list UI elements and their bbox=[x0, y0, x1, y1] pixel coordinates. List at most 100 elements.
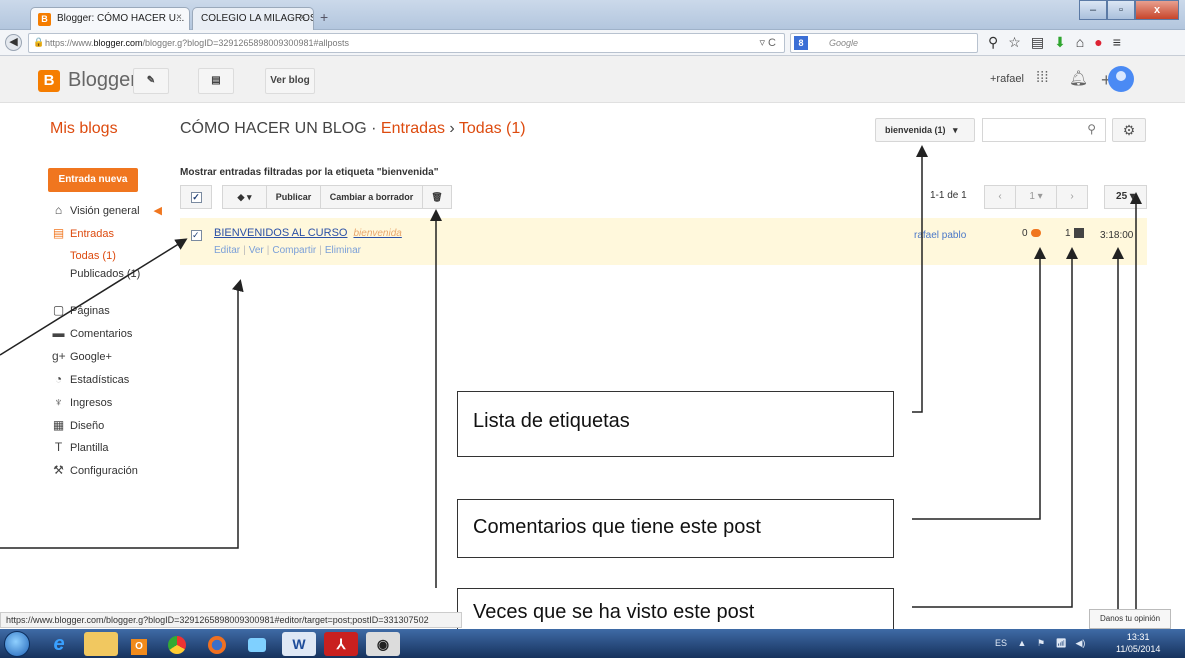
post-author[interactable]: rafael pablo bbox=[914, 230, 966, 241]
windows-taskbar: e O W ⅄ ◉ ES ▲ ⚑ 📶︎ ◀) 13:31 11/05/2014 bbox=[0, 629, 1185, 658]
notifications-bell-icon[interactable]: 🔔︎ bbox=[1069, 69, 1088, 87]
url-bar[interactable]: 🔒 https://www.blogger.com/blogger.g?blog… bbox=[28, 33, 785, 53]
bookmark-star-icon[interactable]: ☆ bbox=[1008, 34, 1021, 51]
maximize-button[interactable]: ▫ bbox=[1107, 0, 1135, 20]
tray-arrow-icon[interactable]: ▲ bbox=[1018, 638, 1027, 648]
download-icon[interactable]: ⬇ bbox=[1054, 34, 1066, 51]
post-title[interactable]: BIENVENIDOS AL CURSO bbox=[214, 227, 347, 239]
wrench-icon: ⚒ bbox=[53, 463, 64, 477]
new-page-button[interactable]: ▤ bbox=[198, 68, 234, 94]
ie-icon[interactable]: e bbox=[42, 632, 76, 656]
chevron-down-icon: ▾ bbox=[246, 192, 252, 202]
posts-search-input[interactable]: ⚲ bbox=[982, 118, 1106, 142]
start-button-icon[interactable] bbox=[4, 631, 30, 657]
search-icon[interactable]: ⚲ bbox=[1087, 122, 1096, 136]
checkbox[interactable]: ✓ bbox=[190, 192, 202, 204]
sidebar-item-earnings[interactable]: ♆ Ingresos bbox=[52, 395, 112, 409]
avatar[interactable] bbox=[1108, 66, 1134, 92]
menu-icon[interactable]: ≡ bbox=[1113, 34, 1121, 51]
viewer-eye-icon[interactable]: ◉ bbox=[366, 632, 400, 656]
user-name[interactable]: +rafael bbox=[990, 73, 1024, 85]
feedback-button[interactable]: Danos tu opinión bbox=[1089, 609, 1171, 629]
pages-icon: ▢ bbox=[52, 303, 65, 317]
view-blog-button[interactable]: Ver blog bbox=[265, 68, 315, 94]
next-page-button[interactable]: › bbox=[1056, 185, 1088, 209]
close-tab-icon[interactable]: × bbox=[300, 12, 306, 23]
my-blogs-link[interactable]: Mis blogs bbox=[50, 120, 118, 138]
post-tag[interactable]: bienvenida bbox=[353, 228, 401, 239]
blogger-brand[interactable]: Blogger bbox=[68, 69, 137, 92]
addon-icon[interactable]: ● bbox=[1094, 34, 1102, 51]
share-link[interactable]: Compartir bbox=[272, 245, 316, 256]
revert-to-draft-button[interactable]: Cambiar a borrador bbox=[320, 185, 423, 209]
close-tab-icon[interactable]: × bbox=[176, 12, 182, 23]
sidebar-item-layout[interactable]: ▦ Diseño bbox=[52, 418, 104, 432]
sidebar-item-settings[interactable]: ⚒ Configuración bbox=[52, 463, 138, 477]
breadcrumb-entries[interactable]: Entradas bbox=[381, 120, 445, 137]
gear-icon: ⚙ bbox=[1122, 122, 1136, 138]
settings-button[interactable]: ⚙ bbox=[1112, 118, 1146, 142]
sidebar-item-all[interactable]: Todas (1) bbox=[70, 250, 116, 262]
new-tab-button[interactable]: + bbox=[320, 9, 328, 25]
network-icon[interactable]: 📶︎ bbox=[1056, 638, 1067, 648]
search-icon[interactable]: ⚲ bbox=[988, 34, 998, 51]
taskbar-clock[interactable]: 13:31 11/05/2014 bbox=[1116, 631, 1160, 655]
chevron-down-icon: ▾ bbox=[953, 125, 958, 135]
acrobat-icon[interactable]: ⅄ bbox=[324, 632, 358, 656]
trophy-icon: ♆ bbox=[54, 395, 63, 409]
tab-label: COLEGIO LA MILAGROSA - SAL... bbox=[201, 13, 313, 24]
explorer-folder-icon[interactable] bbox=[84, 632, 118, 656]
blogger-logo-icon[interactable]: B bbox=[38, 70, 60, 92]
select-all-checkbox-button[interactable]: ✓ bbox=[180, 185, 212, 209]
chrome-icon[interactable] bbox=[160, 632, 194, 656]
search-bar[interactable]: 8 Google bbox=[790, 33, 978, 53]
app-icon[interactable] bbox=[240, 632, 274, 656]
tab-blogger[interactable]: B Blogger: CÓMO HACER U... × bbox=[30, 7, 190, 30]
label-dropdown-button[interactable]: ◆ ▾ bbox=[222, 185, 267, 209]
status-bar-url: https://www.blogger.com/blogger.g?blogID… bbox=[0, 612, 462, 628]
prev-page-button[interactable]: ‹ bbox=[984, 185, 1016, 209]
edit-link[interactable]: Editar bbox=[214, 245, 240, 256]
page-select-value: 1 bbox=[1029, 191, 1035, 202]
minimize-button[interactable]: – bbox=[1079, 0, 1107, 20]
sidebar-item-template[interactable]: T Plantilla bbox=[52, 440, 109, 454]
post-title-link[interactable]: BIENVENIDOS AL CURSO bienvenida bbox=[214, 227, 402, 239]
sidebar-item-posts[interactable]: ▤ Entradas bbox=[52, 226, 114, 240]
filter-title: Mostrar entradas filtradas por la etique… bbox=[180, 167, 439, 178]
label-filter-select[interactable]: bienvenida (1) ▾ bbox=[875, 118, 975, 142]
breadcrumb-all[interactable]: Todas (1) bbox=[459, 120, 526, 137]
url-rest: /blogger.g?blogID=3291265898009300981#al… bbox=[142, 38, 349, 48]
word-icon[interactable]: W bbox=[282, 632, 316, 656]
apps-grid-icon[interactable]: ⁞⁞⁞ bbox=[1036, 69, 1049, 86]
delete-link[interactable]: Eliminar bbox=[325, 245, 361, 256]
new-post-pencil-button[interactable]: ✎ bbox=[133, 68, 169, 94]
outlook-icon[interactable]: O bbox=[122, 632, 156, 656]
per-page-select[interactable]: 25 ▾ bbox=[1104, 185, 1147, 209]
view-link[interactable]: Ver bbox=[249, 245, 264, 256]
tab-colegio[interactable]: COLEGIO LA MILAGROSA - SAL... × bbox=[192, 7, 314, 30]
sidebar-item-stats[interactable]: ◔ Estadísticas bbox=[52, 372, 129, 386]
delete-button[interactable]: 🗑︎ bbox=[422, 185, 452, 209]
flag-icon[interactable]: ⚑ bbox=[1037, 638, 1045, 648]
sidebar-item-pages[interactable]: ▢ Páginas bbox=[52, 303, 110, 317]
sidebar-item-comments[interactable]: ▬ Comentarios bbox=[52, 326, 133, 340]
home-icon[interactable]: ⌂ bbox=[1076, 34, 1084, 51]
sidebar-item-published[interactable]: Publicados (1) bbox=[70, 268, 140, 280]
sidebar-item-overview[interactable]: ⌂ Visión general ◀ bbox=[52, 203, 162, 217]
page-select[interactable]: 1 ▾ bbox=[1015, 185, 1057, 209]
bookmarks-list-icon[interactable]: ▤ bbox=[1031, 34, 1044, 51]
language-indicator[interactable]: ES bbox=[995, 638, 1007, 648]
post-checkbox[interactable]: ✓ bbox=[191, 230, 202, 241]
back-arrow-icon[interactable]: ◀ bbox=[5, 34, 22, 51]
sidebar-item-googleplus[interactable]: g+ Google+ bbox=[52, 349, 112, 363]
breadcrumb: CÓMO HACER UN BLOG · Entradas › Todas (1… bbox=[180, 120, 526, 138]
publish-button[interactable]: Publicar bbox=[266, 185, 321, 209]
firefox-icon[interactable] bbox=[200, 632, 234, 656]
close-window-button[interactable]: x bbox=[1135, 0, 1179, 20]
volume-icon[interactable]: ◀) bbox=[1076, 638, 1086, 648]
breadcrumb-separator: · bbox=[371, 120, 377, 137]
post-comments-count[interactable]: 0 bbox=[1022, 228, 1041, 239]
new-post-button[interactable]: Entrada nueva bbox=[48, 168, 138, 192]
reload-icon[interactable]: ▿ C bbox=[759, 36, 776, 49]
posts-icon: ▤ bbox=[52, 226, 65, 240]
